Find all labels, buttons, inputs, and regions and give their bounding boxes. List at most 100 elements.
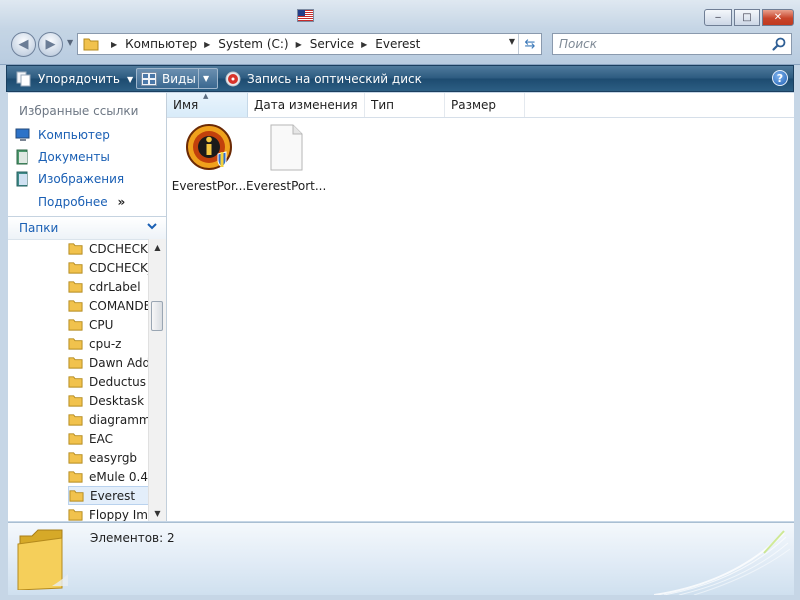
column-header-name[interactable]: ▲ Имя [167,92,248,117]
folder-icon [68,243,83,255]
folder-icon [68,262,83,274]
column-header-label: Имя [173,98,199,112]
folder-tree-item[interactable]: Deductus [68,372,148,391]
search-input[interactable]: Поиск [559,37,597,51]
more-links-button[interactable]: Подробнее » [38,195,125,209]
folder-icon [68,414,83,426]
folder-tree-item[interactable]: CPU [68,315,148,334]
folder-tree-label: eMule 0.44 [89,469,148,484]
help-button[interactable]: ? [772,70,788,86]
folders-header[interactable]: Папки [8,216,166,240]
history-dropdown-button[interactable]: ▼ [67,38,73,47]
chevron-down-icon [147,223,157,230]
column-header-type[interactable]: Тип [365,93,445,117]
search-box[interactable]: Поиск [552,33,792,55]
breadcrumb-separator-icon[interactable]: ▶ [111,40,117,49]
maximize-button[interactable]: □ [734,9,760,26]
column-header-label: Размер [451,98,497,112]
large-folder-icon [17,529,68,590]
scroll-up-button[interactable]: ▲ [149,239,166,255]
scroll-down-button[interactable]: ▼ [149,505,166,521]
language-flag-icon[interactable] [297,9,314,22]
double-chevron-icon: » [117,195,126,209]
folder-icon [68,395,83,407]
favorite-links-title: Избранные ссылки [19,104,139,118]
minimize-button[interactable]: ‒ [704,9,732,26]
folder-icon [68,433,83,445]
folder-tree-label: CPU [89,317,114,332]
folder-tree-item[interactable]: EAC [68,429,148,448]
address-dropdown-button[interactable]: ▼ [509,37,515,46]
breadcrumb: ▶ Компьютер ▶ System (C:) ▶ Service ▶ Ev… [104,37,420,51]
column-headers: ▲ Имя Дата изменения Тип Размер [167,92,794,118]
folder-tree-item[interactable]: diagramma [68,410,148,429]
refresh-button[interactable]: ⇆ [518,34,541,54]
file-name: EverestPor... [171,179,247,193]
folder-icon [68,452,83,464]
folder-icon [68,338,83,350]
burn-to-disc-button[interactable]: Запись на оптический диск [225,69,422,89]
favorite-link-computer[interactable]: Компьютер [15,127,110,143]
navigation-pane: Избранные ссылки Компьютер Документы Изо… [8,93,167,521]
folder-tree-label: Everest [90,488,136,503]
folder-tree-item[interactable]: easyrgb [68,448,148,467]
folder-tree-scrollbar[interactable]: ▲ ▼ [148,239,166,521]
folder-tree-label: cpu-z [89,336,122,351]
folder-tree-item[interactable]: CDCHECK_ [68,258,148,277]
views-dropdown-icon[interactable]: ▼ [203,69,209,88]
folder-icon [69,490,84,502]
views-icon [141,71,157,86]
folder-tree-label: COMANDE [89,298,148,313]
folder-tree-item[interactable]: eMule 0.44 [68,467,148,486]
breadcrumb-computer[interactable]: Компьютер [125,37,197,51]
views-label: Виды [162,71,196,86]
breadcrumb-separator-icon[interactable]: ▶ [296,40,302,49]
folder-tree-label: CDCHECK [89,241,148,256]
breadcrumb-separator-icon[interactable]: ▶ [361,40,367,49]
folder-tree-item[interactable]: COMANDE [68,296,148,315]
folder-icon [68,300,83,312]
folder-tree-item[interactable]: cpu-z [68,334,148,353]
file-item[interactable]: EverestPort... [246,122,326,193]
views-button[interactable]: Виды ▼ [136,68,218,89]
folder-tree-item[interactable]: cdrLabel [68,277,148,296]
burn-disc-icon [225,71,241,87]
explorer-window: ‒ □ ✕ ◀ ▶ ▼ ▶ Компьютер ▶ System (C:) ▶ … [0,0,800,600]
breadcrumb-system-c[interactable]: System (C:) [218,37,288,51]
favorite-link-documents[interactable]: Документы [15,149,110,165]
favorite-link-label: Компьютер [38,128,110,142]
folder-tree-label: Desktask [89,393,145,408]
folder-tree-item[interactable]: CDCHECK [68,239,148,258]
close-button[interactable]: ✕ [762,9,794,26]
organize-dropdown-icon: ▼ [126,74,134,84]
folder-tree-label: Dawn Addr [89,355,148,370]
breadcrumb-service[interactable]: Service [310,37,354,51]
column-header-label: Дата изменения [254,98,358,112]
scroll-thumb[interactable] [151,301,163,331]
column-header-size[interactable]: Размер [445,93,525,117]
folder-icon [68,509,83,521]
caption-buttons: ‒ □ ✕ [702,9,794,26]
folder-icon [68,319,83,331]
folder-tree-item[interactable]: Desktask [68,391,148,410]
details-decoration [654,530,791,595]
favorite-link-label: Изображения [38,172,125,186]
back-button[interactable]: ◀ [11,32,36,57]
burn-to-disc-label: Запись на оптический диск [247,72,422,86]
column-header-date-modified[interactable]: Дата изменения [248,93,365,117]
organize-button[interactable]: Упорядочить ▼ [16,69,133,89]
folder-tree-label: CDCHECK_ [89,260,148,275]
address-bar[interactable]: ▶ Компьютер ▶ System (C:) ▶ Service ▶ Ev… [77,33,542,55]
breadcrumb-everest[interactable]: Everest [375,37,420,51]
search-icon[interactable] [771,36,787,52]
favorite-link-pictures[interactable]: Изображения [15,171,124,187]
file-item[interactable]: EverestPor... [169,122,249,193]
folder-tree-item[interactable]: Floppy Ima [68,505,148,521]
forward-button[interactable]: ▶ [38,32,63,57]
breadcrumb-separator-icon[interactable]: ▶ [204,40,210,49]
folder-tree-label: Floppy Ima [89,507,148,522]
folder-tree-item[interactable]: Dawn Addr [68,353,148,372]
refresh-icon: ⇆ [524,36,536,52]
folder-tree-label: Deductus [89,374,147,389]
folder-tree-item[interactable]: Everest [68,486,148,505]
